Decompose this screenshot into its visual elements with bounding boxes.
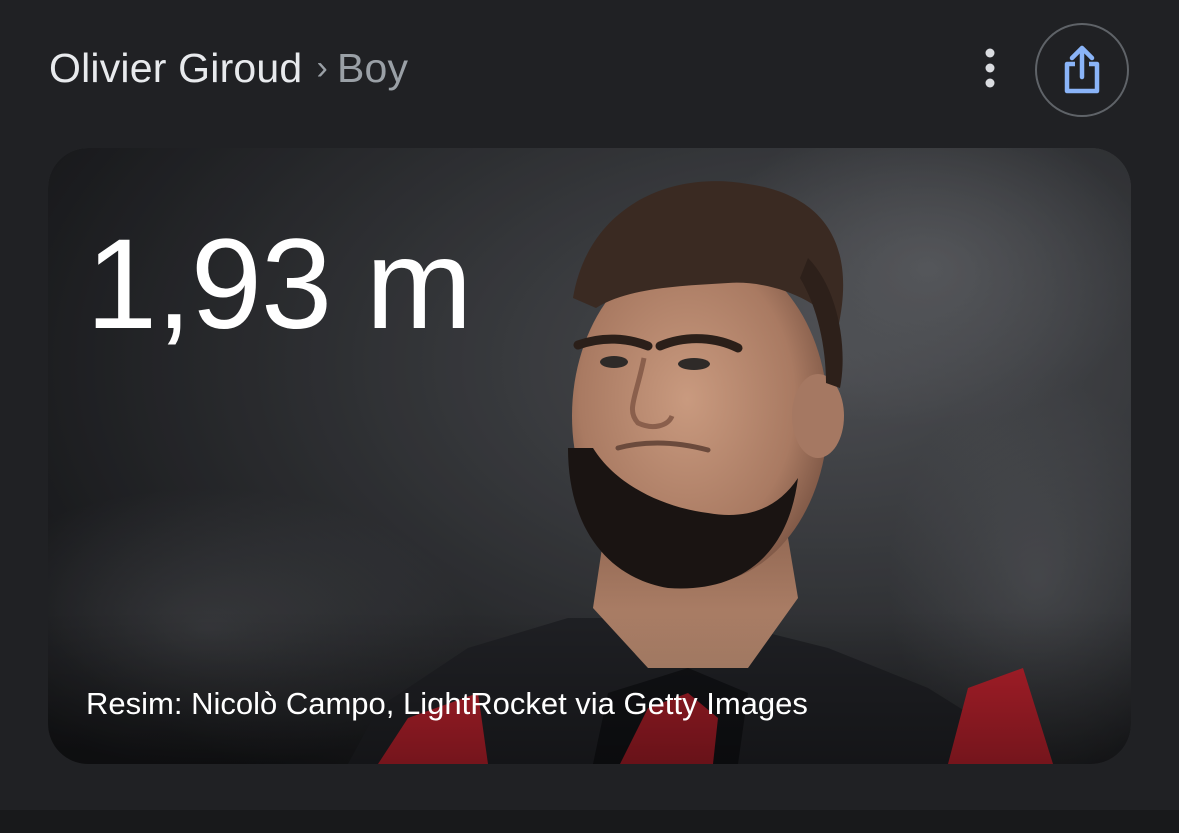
photo-card[interactable]: 1,93 m Resim: Nicolò Campo, LightRocket … [48,148,1131,764]
height-value: 1,93 m [86,213,472,356]
breadcrumb: Olivier Giroud › Boy [49,40,408,96]
share-icon [1064,45,1100,94]
breadcrumb-attribute[interactable]: Boy [337,45,408,92]
more-vert-icon [985,48,995,88]
breadcrumb-entity[interactable]: Olivier Giroud [49,45,302,92]
share-button[interactable] [1035,23,1129,117]
height-answer-screen: Olivier Giroud › Boy 1,93 m Resim: Nicol… [0,0,1179,833]
breadcrumb-separator: › [316,48,328,87]
more-options-button[interactable] [966,44,1014,92]
photo-credit: Resim: Nicolò Campo, LightRocket via Get… [86,686,808,721]
bottom-divider [0,810,1179,833]
